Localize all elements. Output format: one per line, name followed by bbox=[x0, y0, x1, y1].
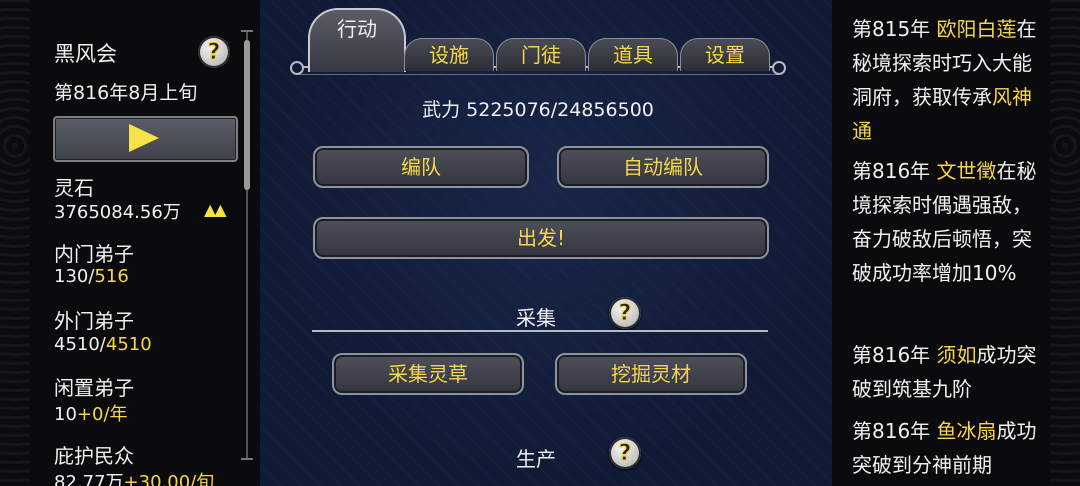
auto-formation-button[interactable]: 自动编队 bbox=[557, 146, 769, 188]
stat-value-protected-people: 82.77万+30.00/旬 bbox=[54, 472, 215, 486]
event-log-panel: 第815年 欧阳白莲在秘境探索时巧入大能洞府，获取传承风神通 第816年 文世徵… bbox=[832, 0, 1080, 486]
help-button[interactable]: ? bbox=[198, 36, 230, 68]
left-scrollbar[interactable] bbox=[241, 30, 253, 460]
log-entry: 第816年 须如成功突破到筑基九阶 bbox=[852, 343, 1037, 401]
gather-herb-button[interactable]: 采集灵草 bbox=[332, 353, 524, 395]
tab-disciples[interactable]: 门徒 bbox=[496, 38, 586, 71]
depart-button[interactable]: 出发! bbox=[313, 217, 769, 259]
question-icon: ? bbox=[618, 440, 632, 466]
play-icon bbox=[129, 124, 159, 152]
tab-facilities[interactable]: 设施 bbox=[404, 38, 494, 71]
log-entry: 第815年 欧阳白莲在秘境探索时巧入大能洞府，获取传承风神通 bbox=[852, 17, 1037, 143]
game-date: 第816年8月上旬 bbox=[54, 82, 198, 104]
stat-value-inner-disciples: 130/516 bbox=[54, 266, 129, 287]
produce-help-button[interactable]: ? bbox=[609, 437, 641, 469]
produce-section-title: 生产 bbox=[516, 447, 556, 471]
sect-status-panel: 黑风会 ? 第816年8月上旬 灵石 3765084.56万 ▲▲ 内门弟子 1… bbox=[0, 0, 260, 486]
stat-label-spirit-stones: 灵石 bbox=[54, 176, 94, 200]
tab-items[interactable]: 道具 bbox=[588, 38, 678, 71]
panel-ornament bbox=[1050, 0, 1080, 486]
panel-ornament bbox=[0, 0, 30, 486]
advance-time-button[interactable] bbox=[53, 116, 238, 162]
stat-label-idle-disciples: 闲置弟子 bbox=[54, 376, 134, 400]
question-icon: ? bbox=[618, 300, 632, 326]
gather-section-title: 采集 bbox=[516, 306, 556, 330]
stat-label-outer-disciples: 外门弟子 bbox=[54, 309, 134, 333]
gather-help-button[interactable]: ? bbox=[609, 297, 641, 329]
stat-value-spirit-stones: 3765084.56万 bbox=[54, 202, 181, 223]
dig-material-button[interactable]: 挖掘灵材 bbox=[555, 353, 747, 395]
question-icon: ? bbox=[207, 39, 221, 65]
scrollbar-thumb[interactable] bbox=[244, 40, 250, 190]
formation-button[interactable]: 编队 bbox=[313, 146, 529, 188]
section-divider bbox=[312, 330, 768, 332]
trend-up-icon: ▲▲ bbox=[204, 200, 227, 219]
stat-value-outer-disciples: 4510/4510 bbox=[54, 334, 152, 355]
sect-name: 黑风会 bbox=[54, 42, 117, 66]
tab-settings[interactable]: 设置 bbox=[680, 38, 770, 71]
stat-label-inner-disciples: 内门弟子 bbox=[54, 242, 134, 266]
stat-value-idle-disciples: 10+0/年 bbox=[54, 404, 128, 425]
power-readout: 武力 5225076/24856500 bbox=[422, 99, 654, 121]
log-entry: 第816年 文世徵在秘境探索时偶遇强敌，奋力破敌后顿悟，突破成功率增加10% bbox=[852, 159, 1037, 285]
tab-action[interactable]: 行动 bbox=[308, 8, 406, 72]
stat-label-protected-people: 庇护民众 bbox=[54, 444, 134, 468]
log-entry: 第816年 鱼冰扇成功突破到分神前期 bbox=[852, 419, 1037, 477]
